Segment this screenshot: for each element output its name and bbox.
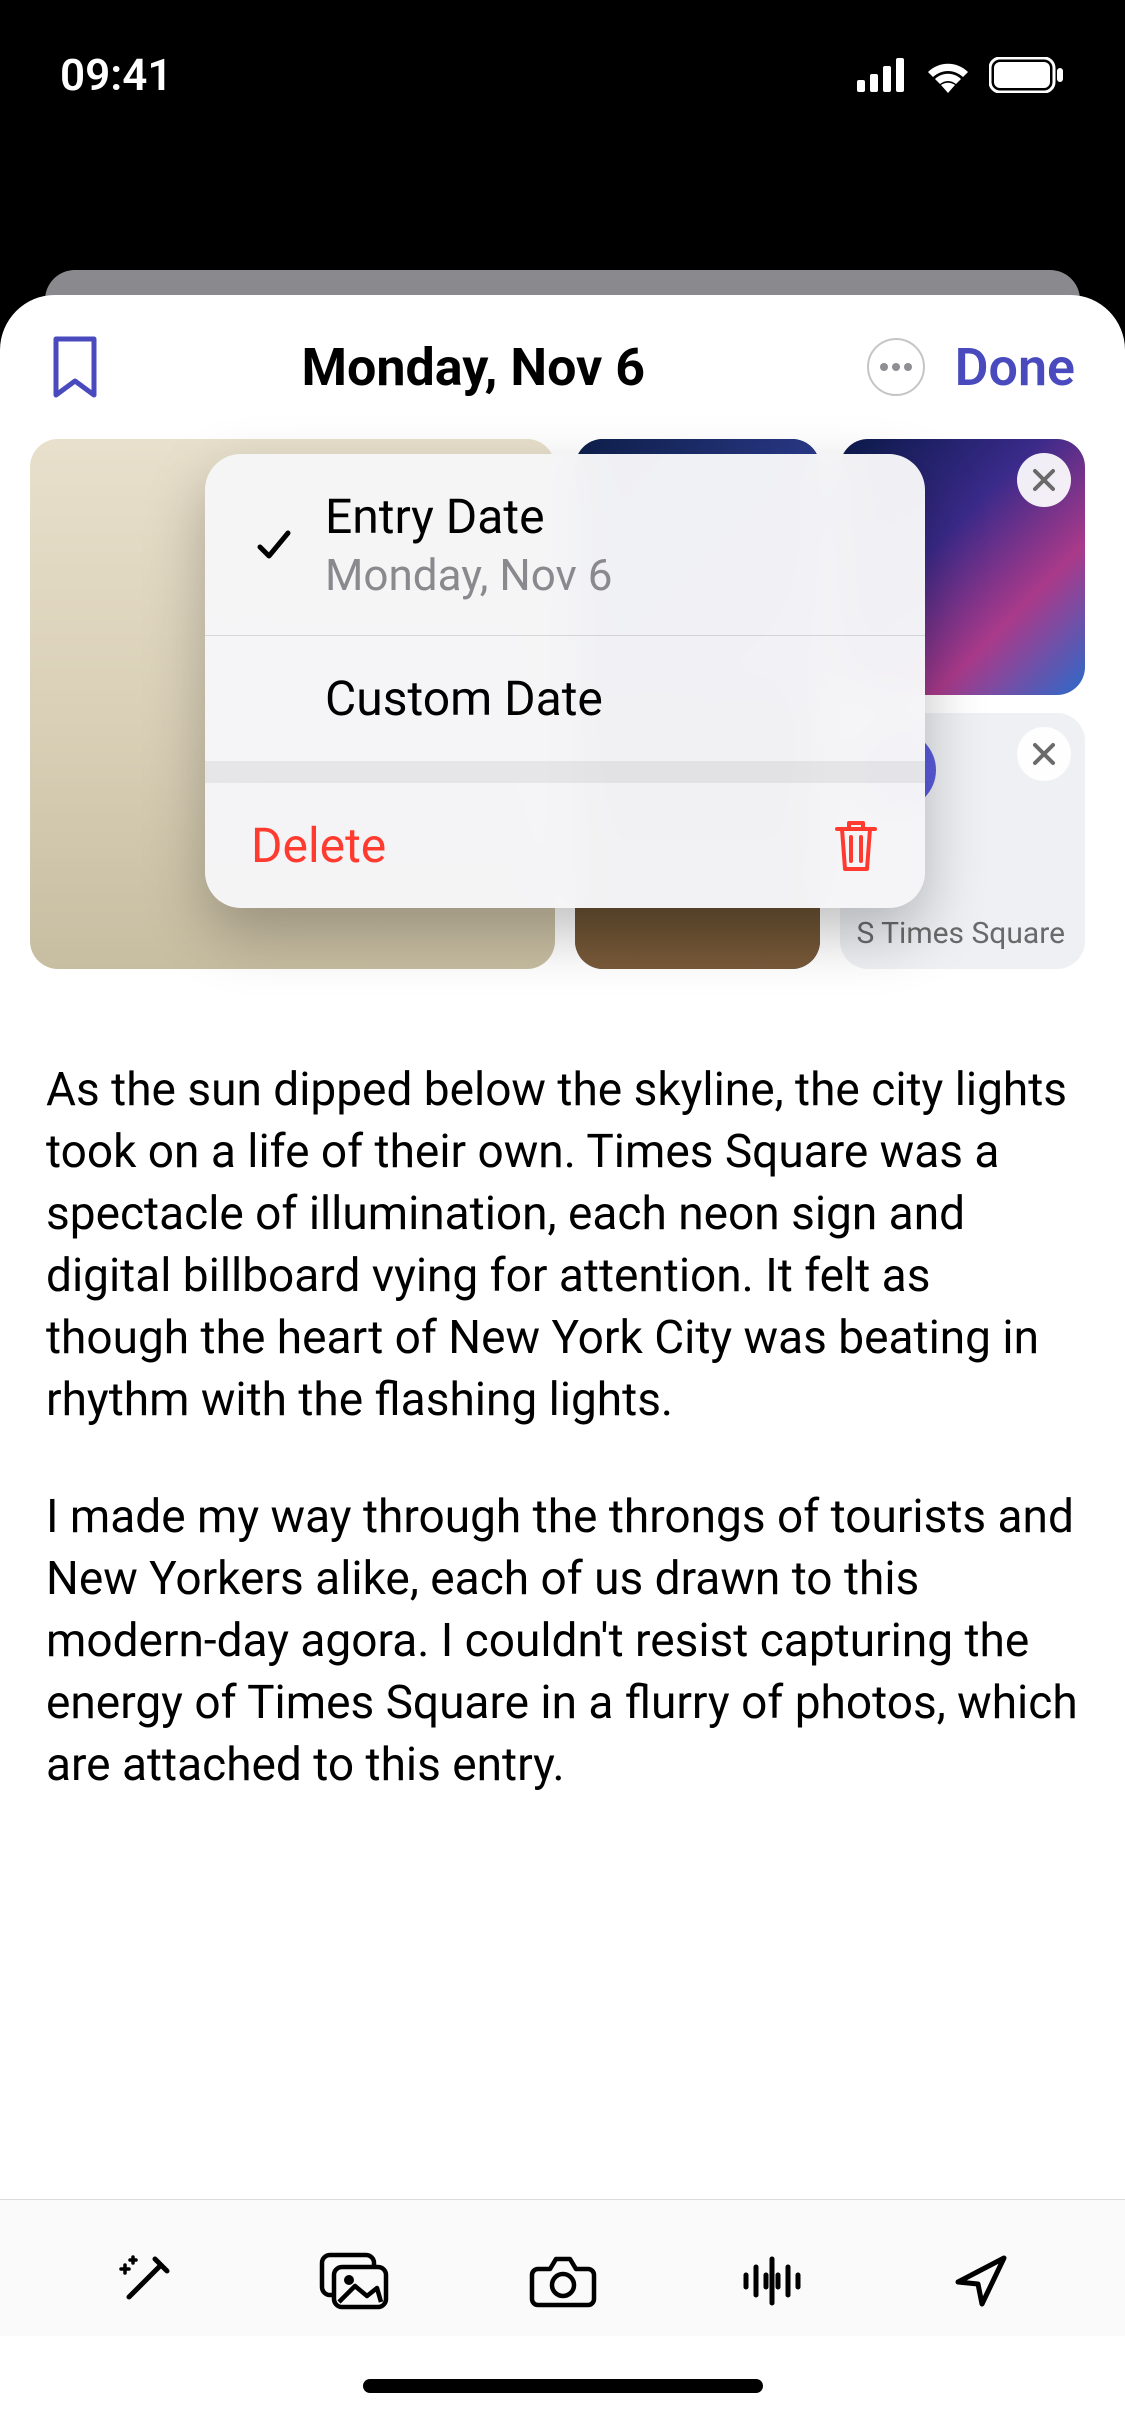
entry-paragraph: I made my way through the throngs of tou… <box>46 1486 1079 1796</box>
cell-signal-icon <box>857 58 907 92</box>
media-gallery: S Times Square Entry Date Monday, Nov 6 … <box>30 439 1095 969</box>
bottom-toolbar <box>0 2199 1125 2336</box>
battery-icon <box>989 57 1065 93</box>
menu-item-title: Delete <box>251 817 386 874</box>
location-button[interactable] <box>936 2246 1026 2316</box>
home-indicator-area <box>0 2336 1125 2436</box>
done-button[interactable]: Done <box>955 337 1075 398</box>
menu-item-subtitle: Monday, Nov 6 <box>325 549 612 601</box>
wifi-icon <box>923 57 973 93</box>
menu-item-delete[interactable]: Delete <box>205 783 925 908</box>
menu-item-entry-date[interactable]: Entry Date Monday, Nov 6 <box>205 454 925 635</box>
remove-map-button[interactable] <box>1017 727 1071 781</box>
checkmark-icon <box>251 522 297 568</box>
status-indicators <box>857 57 1065 93</box>
map-label: S Times Square <box>856 916 1065 951</box>
magic-wand-button[interactable] <box>100 2246 190 2316</box>
trash-icon <box>833 819 879 873</box>
home-indicator[interactable] <box>363 2379 763 2393</box>
camera-button[interactable] <box>518 2246 608 2316</box>
entry-sheet: Monday, Nov 6 Done <box>0 295 1125 2436</box>
entry-paragraph: As the sun dipped below the skyline, the… <box>46 1059 1079 1432</box>
menu-item-custom-date[interactable]: Custom Date <box>205 635 925 761</box>
entry-body[interactable]: As the sun dipped below the skyline, the… <box>0 969 1125 2199</box>
date-context-menu: Entry Date Monday, Nov 6 Custom Date Del… <box>205 454 925 908</box>
status-time: 09:41 <box>60 49 173 101</box>
menu-item-title: Entry Date <box>325 488 612 545</box>
more-button[interactable] <box>867 338 925 396</box>
audio-button[interactable] <box>727 2246 817 2316</box>
entry-title: Monday, Nov 6 <box>302 337 646 398</box>
status-bar: 09:41 <box>0 0 1125 150</box>
menu-separator <box>205 761 925 783</box>
menu-item-title: Custom Date <box>325 670 603 727</box>
photo-library-button[interactable] <box>309 2246 399 2316</box>
entry-header: Monday, Nov 6 Done <box>0 295 1125 429</box>
remove-photo-button[interactable] <box>1017 453 1071 507</box>
bookmark-button[interactable] <box>50 335 100 399</box>
